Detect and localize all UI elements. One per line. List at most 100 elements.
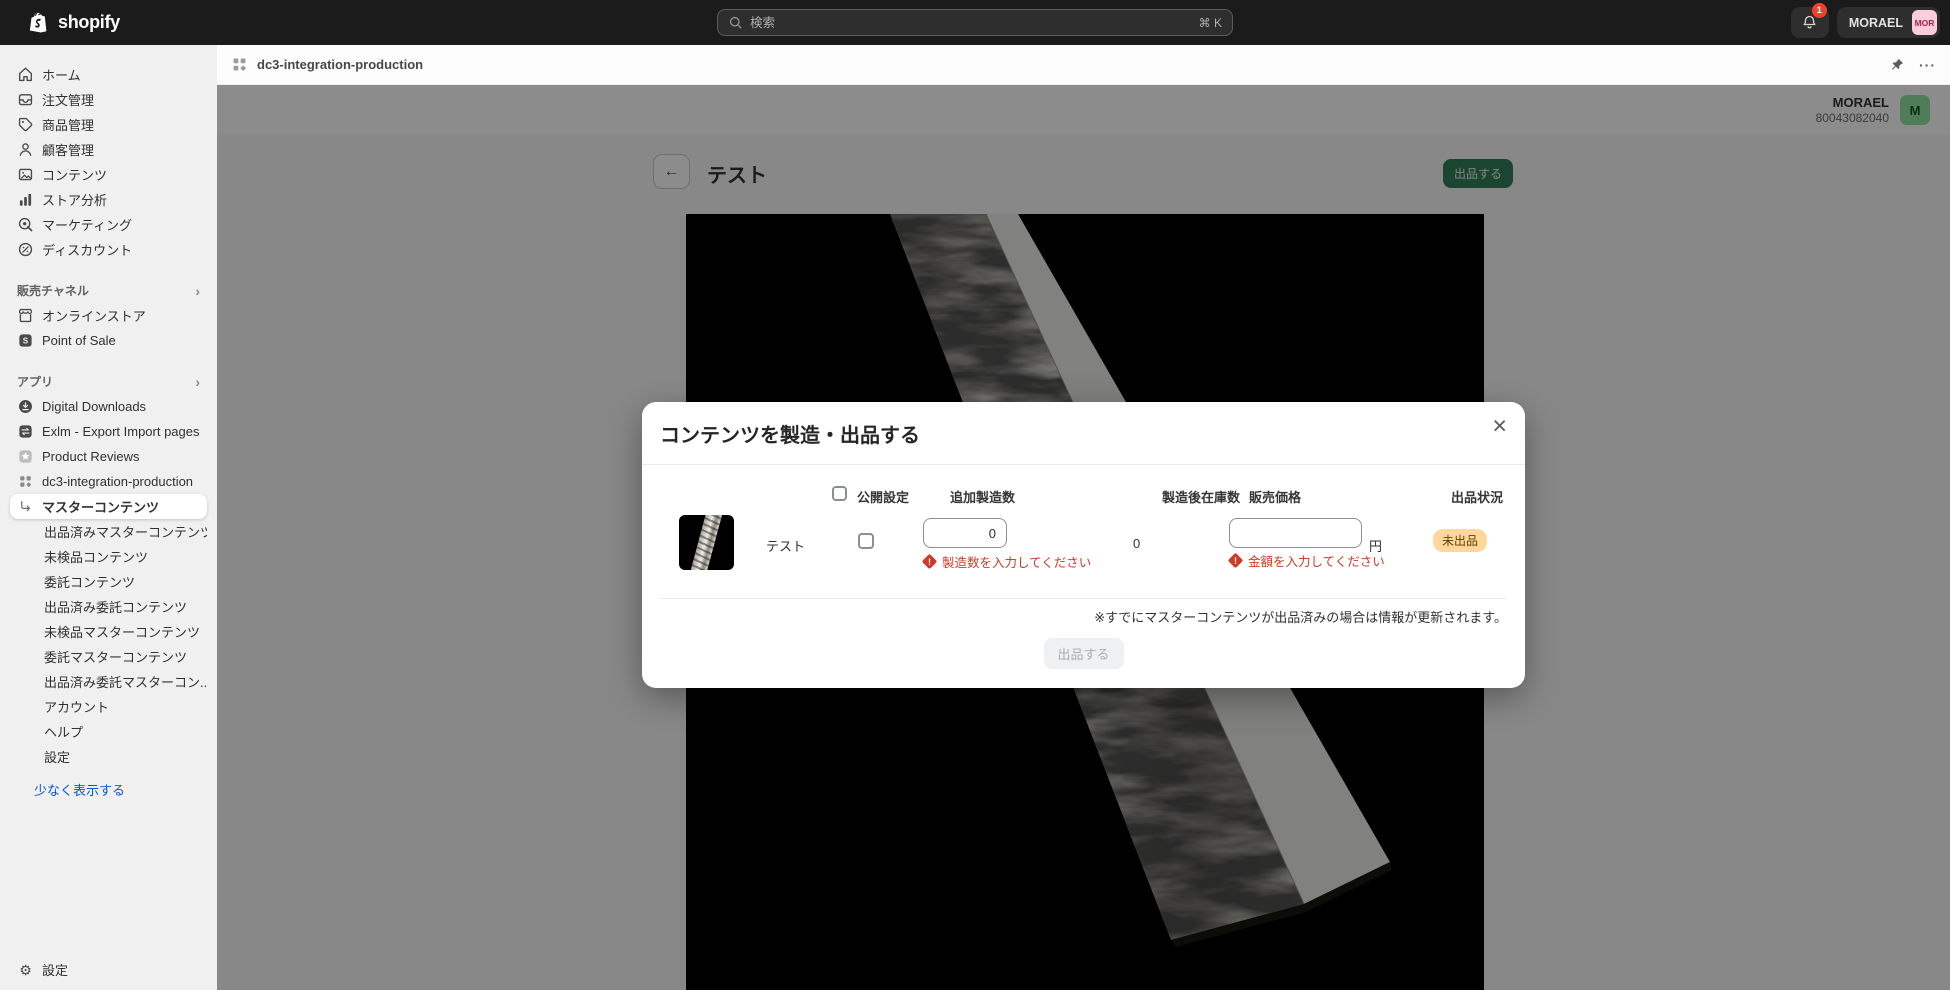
- modal-submit-button[interactable]: 出品する: [1043, 638, 1124, 669]
- shopify-admin: shopify ⌘ K 1: [0, 0, 1950, 990]
- sidebar-item-discounts[interactable]: ディスカウント: [10, 237, 207, 262]
- status-badge: 未出品: [1433, 529, 1488, 552]
- sidebar-item-product-reviews[interactable]: Product Reviews: [10, 444, 207, 469]
- sidebar-item-settings[interactable]: ⚙ 設定: [10, 957, 207, 982]
- sidebar-section-apps[interactable]: アプリ ›: [10, 369, 207, 394]
- show-less-link[interactable]: 少なく表示する: [10, 777, 207, 802]
- sidebar-item-master-contents[interactable]: マスターコンテンツ: [10, 494, 207, 519]
- error-icon: !: [921, 553, 938, 570]
- sidebar-item-help[interactable]: ヘルプ: [10, 719, 207, 744]
- sidebar-item-consignment-contents[interactable]: 委託コンテンツ: [10, 569, 207, 594]
- sidebar-item-label: ヘルプ: [44, 725, 84, 740]
- sidebar-item-home[interactable]: ホーム: [10, 62, 207, 87]
- price-error: ! 金額を入力してください: [1227, 551, 1385, 570]
- person-icon: [17, 141, 34, 158]
- sidebar-item-uninspected-contents[interactable]: 未検品コンテンツ: [10, 544, 207, 569]
- sidebar-item-analytics[interactable]: ストア分析: [10, 187, 207, 212]
- sidebar-item-label: ホーム: [42, 68, 81, 83]
- sidebar-item-consignment-master-contents[interactable]: 委託マスターコンテンツ: [10, 644, 207, 669]
- sidebar-item-app-settings[interactable]: 設定: [10, 744, 207, 769]
- app-grid-icon: [17, 473, 34, 490]
- sidebar-item-digital-downloads[interactable]: Digital Downloads: [10, 394, 207, 419]
- sidebar-item-label: 設定: [44, 750, 71, 765]
- error-icon: !: [1227, 552, 1244, 569]
- sidebar-item-label: Point of Sale: [42, 333, 116, 348]
- modal-row-divider: [660, 598, 1507, 599]
- sidebar-item-label: コンテンツ: [42, 168, 108, 183]
- sidebar-item-label: 出品済みマスターコンテンツ: [44, 525, 207, 540]
- app-header-bar: dc3-integration-production ···: [217, 45, 1950, 85]
- more-menu-button[interactable]: ···: [1919, 57, 1936, 73]
- sidebar-item-label: 出品済み委託コンテンツ: [44, 600, 188, 615]
- sidebar-item-listed-master-contents[interactable]: 出品済みマスターコンテンツ: [10, 519, 207, 544]
- sidebar-item-products[interactable]: 商品管理: [10, 112, 207, 137]
- column-header-stock-after: 製造後在庫数: [1162, 490, 1241, 505]
- row-publish-checkbox[interactable]: [858, 533, 874, 549]
- deck-graphic: [688, 515, 724, 570]
- pin-icon[interactable]: [1889, 57, 1905, 73]
- shopify-logo[interactable]: shopify: [27, 11, 120, 35]
- sidebar-section-sales-channels[interactable]: 販売チャネル ›: [10, 278, 207, 303]
- app-header-actions: ···: [1889, 57, 1936, 73]
- search-shortcut: ⌘ K: [1198, 15, 1222, 30]
- gear-icon: ⚙: [19, 961, 32, 978]
- topbar-actions: 1 MORAEL MOR: [1790, 3, 1940, 38]
- media-icon: [17, 166, 34, 183]
- shopify-bag-icon: [27, 11, 51, 35]
- sidebar-item-label: マスターコンテンツ: [42, 500, 160, 515]
- sidebar-item-customers[interactable]: 顧客管理: [10, 137, 207, 162]
- percent-icon: [17, 241, 34, 258]
- error-text: 製造数を入力してください: [942, 556, 1092, 570]
- sidebar: ホーム 注文管理 商品管理 顧客管理 コンテンツ ストア分析 マーケティング デ…: [0, 45, 217, 990]
- section-label: 販売チャネル: [17, 284, 89, 298]
- sidebar-item-label: 注文管理: [42, 93, 95, 108]
- sidebar-item-listed-consignment-master-contents[interactable]: 出品済み委託マスターコン...: [10, 669, 207, 694]
- stock-after-value: 0: [1133, 536, 1141, 551]
- sidebar-item-orders[interactable]: 注文管理: [10, 87, 207, 112]
- column-header-price: 販売価格: [1249, 490, 1302, 505]
- chevron-right-icon: ›: [195, 282, 200, 299]
- sidebar-item-label: Exlm - Export Import pages: [42, 424, 200, 439]
- sidebar-item-label: ディスカウント: [42, 243, 133, 258]
- notification-badge: 1: [1811, 3, 1827, 18]
- row-content-name: テスト: [766, 539, 806, 554]
- sidebar-item-account[interactable]: アカウント: [10, 694, 207, 719]
- sidebar-item-content[interactable]: コンテンツ: [10, 162, 207, 187]
- sidebar-item-listed-consignment-contents[interactable]: 出品済み委託コンテンツ: [10, 594, 207, 619]
- home-icon: [17, 66, 34, 83]
- app-breadcrumb[interactable]: dc3-integration-production: [231, 56, 423, 73]
- account-menu[interactable]: MORAEL MOR: [1836, 7, 1940, 38]
- account-avatar: MOR: [1912, 10, 1937, 35]
- close-icon[interactable]: ×: [1488, 410, 1511, 443]
- sidebar-item-online-store[interactable]: オンラインストア: [10, 303, 207, 328]
- global-search[interactable]: ⌘ K: [717, 9, 1233, 36]
- shopify-logo-text: shopify: [58, 12, 120, 32]
- sidebar-item-label: 委託マスターコンテンツ: [44, 650, 188, 665]
- storefront-icon: [17, 307, 34, 324]
- sidebar-item-label: 設定: [42, 963, 69, 978]
- additional-qty-input[interactable]: [923, 518, 1007, 548]
- pos-icon: S: [17, 332, 34, 349]
- sidebar-item-label: 未検品マスターコンテンツ: [44, 625, 201, 640]
- sidebar-item-marketing[interactable]: マーケティング: [10, 212, 207, 237]
- search-input[interactable]: [750, 15, 1192, 30]
- select-all-checkbox[interactable]: [832, 486, 847, 501]
- modal-header-divider: [642, 464, 1525, 465]
- sidebar-item-dc3-app[interactable]: dc3-integration-production: [10, 469, 207, 494]
- exlm-icon: [17, 423, 34, 440]
- return-arrow-icon: [17, 498, 34, 515]
- price-input[interactable]: [1229, 518, 1362, 548]
- column-header-additional-qty: 追加製造数: [950, 490, 1016, 505]
- shell: ホーム 注文管理 商品管理 顧客管理 コンテンツ ストア分析 マーケティング デ…: [0, 45, 1950, 990]
- sidebar-item-label: オンラインストア: [42, 309, 146, 324]
- sidebar-item-uninspected-master-contents[interactable]: 未検品マスターコンテンツ: [10, 619, 207, 644]
- sidebar-item-label: Product Reviews: [42, 449, 140, 464]
- embedded-app-canvas: MORAEL 80043082040 M ← テスト 出品する コンテンツを製造…: [217, 85, 1950, 990]
- notifications-button[interactable]: 1: [1790, 3, 1829, 38]
- digital-downloads-icon: [17, 398, 34, 415]
- sidebar-item-exlm[interactable]: Exlm - Export Import pages: [10, 419, 207, 444]
- error-text: 金額を入力してください: [1248, 555, 1385, 569]
- app-grid-icon: [231, 56, 248, 73]
- sidebar-item-label: 商品管理: [42, 118, 95, 133]
- sidebar-item-pos[interactable]: S Point of Sale: [10, 328, 207, 353]
